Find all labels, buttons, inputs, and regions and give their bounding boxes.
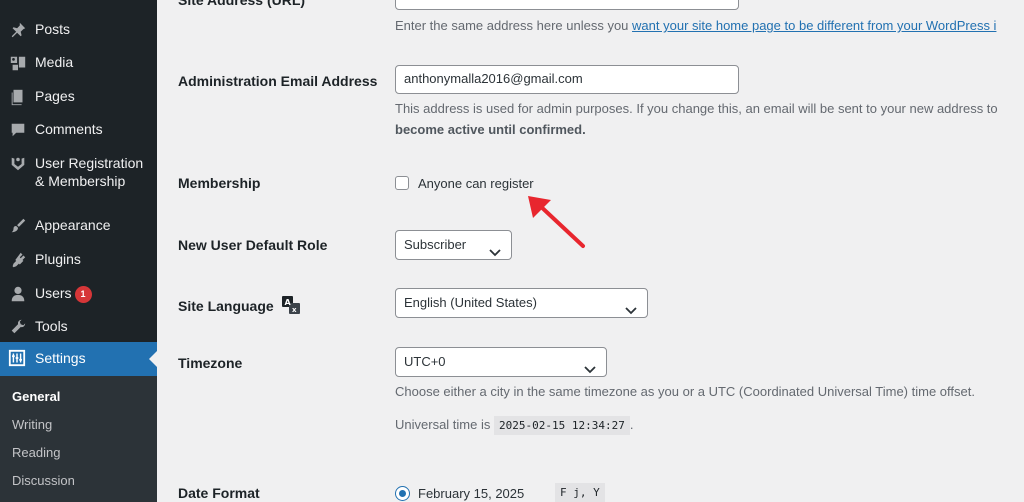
sidebar-item-pages[interactable]: Pages	[0, 87, 157, 107]
submenu-item-writing[interactable]: Writing	[12, 417, 52, 432]
timezone-select[interactable]: UTC+0	[395, 347, 607, 377]
admin-email-description-bold: become active until confirmed.	[395, 122, 586, 137]
brush-icon	[8, 216, 28, 236]
date-format-label: Date Format	[178, 485, 260, 501]
sidebar-item-posts[interactable]: Posts	[0, 20, 157, 38]
date-format-code: F j, Y	[555, 483, 605, 502]
default-role-select[interactable]: Subscriber	[395, 230, 512, 260]
sidebar-item-label: Tools	[35, 318, 68, 334]
translation-icon: Ax	[281, 296, 300, 314]
submenu-item-discussion[interactable]: Discussion	[12, 473, 75, 488]
active-indicator	[149, 351, 157, 367]
site-language-select[interactable]: English (United States)	[395, 288, 648, 318]
sidebar-item-label: Pages	[35, 88, 75, 104]
site-address-label: Site Address (URL)	[178, 0, 306, 8]
chevron-down-icon	[584, 357, 596, 374]
sidebar-item-label: Plugins	[35, 251, 81, 267]
sidebar-item-media[interactable]: Media	[0, 53, 157, 71]
membership-label: Membership	[178, 175, 261, 191]
annotation-arrow-icon	[528, 196, 585, 248]
user-icon	[8, 284, 28, 304]
submenu-item-reading[interactable]: Reading	[12, 445, 60, 460]
universal-time-value: 2025-02-15 12:34:27	[493, 416, 630, 435]
site-address-input[interactable]	[395, 0, 739, 10]
settings-icon	[8, 349, 26, 372]
sidebar-item-settings[interactable]: Settings	[0, 342, 157, 376]
site-language-label: Site Language Ax	[178, 296, 300, 314]
sidebar-item-label: User Registration	[35, 155, 144, 171]
wrench-icon	[8, 317, 28, 337]
site-address-help-link[interactable]: want your site home page to be different…	[632, 18, 996, 33]
plugin-icon	[8, 250, 28, 270]
user-registration-icon	[8, 154, 28, 174]
sidebar-item-label: Comments	[35, 121, 103, 137]
sidebar-item-label: Posts	[35, 21, 71, 37]
site-address-description: Enter the same address here unless you w…	[395, 18, 996, 33]
sidebar-item-label: Appearance	[35, 217, 111, 233]
svg-text:A: A	[284, 298, 291, 307]
pin-icon	[8, 20, 28, 40]
chevron-down-icon	[625, 298, 637, 315]
sidebar-item-appearance[interactable]: Appearance	[0, 216, 157, 234]
date-format-code-value: F j, Y	[555, 483, 605, 502]
date-format-radio-selected[interactable]	[395, 486, 410, 501]
media-icon	[8, 53, 28, 73]
default-role-value: Subscriber	[404, 237, 467, 252]
admin-email-label: Administration Email Address	[178, 73, 378, 89]
sidebar-item-label: Media	[35, 54, 74, 70]
radio-dot	[399, 490, 406, 497]
sidebar-item-tools[interactable]: Tools	[0, 317, 157, 335]
comment-icon	[8, 120, 28, 140]
default-role-label: New User Default Role	[178, 237, 328, 253]
description-text: Enter the same address here unless you	[395, 18, 633, 33]
timezone-value: UTC+0	[404, 354, 446, 369]
sidebar-item-plugins[interactable]: Plugins	[0, 250, 157, 268]
timezone-label: Timezone	[178, 355, 243, 371]
site-language-value: English (United States)	[404, 295, 537, 310]
sidebar-item-label: Users	[35, 285, 72, 301]
universal-time-text: Universal time is 2025-02-15 12:34:27.	[395, 416, 634, 435]
submenu-item-general[interactable]: General	[12, 389, 60, 404]
admin-email-description: This address is used for admin purposes.…	[395, 101, 998, 116]
sidebar-item-users[interactable]: Users 1	[0, 284, 157, 303]
timezone-description: Choose either a city in the same timezon…	[395, 384, 975, 399]
sidebar-item-label: Settings	[35, 350, 86, 366]
anyone-can-register-label[interactable]: Anyone can register	[418, 176, 534, 191]
date-format-option-label[interactable]: February 15, 2025	[418, 486, 524, 501]
update-count-badge: 1	[74, 286, 92, 303]
admin-email-input[interactable]: anthonymalla2016@gmail.com	[395, 65, 739, 94]
settings-submenu: General Writing Reading Discussion	[0, 376, 157, 502]
anyone-can-register-checkbox[interactable]	[395, 176, 409, 190]
universal-time-suffix: .	[629, 417, 634, 432]
chevron-down-icon	[489, 240, 501, 257]
sidebar-item-user-registration[interactable]: User Registration & Membership	[0, 154, 157, 190]
svg-text:x: x	[292, 306, 297, 314]
sidebar-item-label: & Membership	[35, 173, 126, 189]
site-language-label-text: Site Language	[178, 298, 274, 314]
admin-sidebar: Posts Media Pages Comments User Registra…	[0, 0, 157, 502]
universal-time-prefix: Universal time is	[395, 417, 491, 432]
pages-icon	[8, 87, 28, 107]
sidebar-item-comments[interactable]: Comments	[0, 120, 157, 138]
